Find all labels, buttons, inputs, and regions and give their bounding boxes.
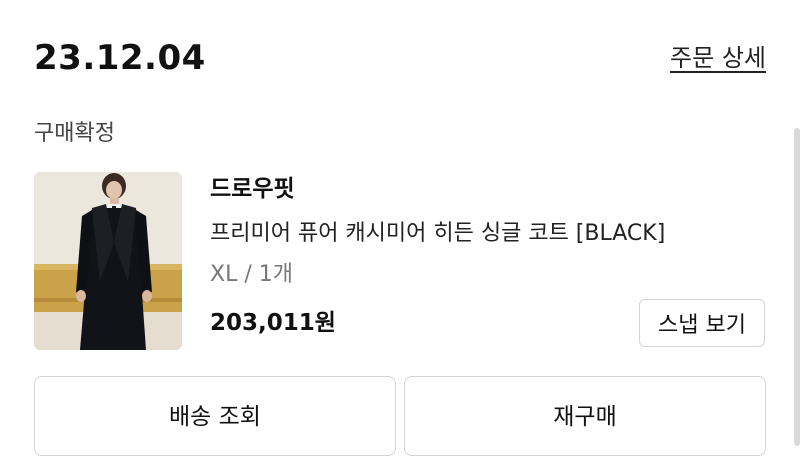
product-thumbnail[interactable] (34, 172, 182, 350)
coat-model-image (34, 172, 182, 350)
snap-view-button[interactable]: 스냅 보기 (639, 299, 765, 347)
scrollbar[interactable] (794, 128, 800, 446)
product-option: XL / 1개 (210, 262, 293, 287)
order-detail-link[interactable]: 주문 상세 (670, 42, 766, 74)
product-brand[interactable]: 드로우핏 (210, 172, 295, 206)
reorder-button[interactable]: 재구매 (404, 376, 766, 456)
track-delivery-button[interactable]: 배송 조회 (34, 376, 396, 456)
product-name[interactable]: 프리미어 퓨어 캐시미어 히든 싱글 코트 [BLACK] (210, 217, 665, 251)
product-price: 203,011원 (210, 310, 336, 336)
order-status: 구매확정 (34, 121, 115, 146)
order-date: 23.12.04 (34, 38, 206, 78)
